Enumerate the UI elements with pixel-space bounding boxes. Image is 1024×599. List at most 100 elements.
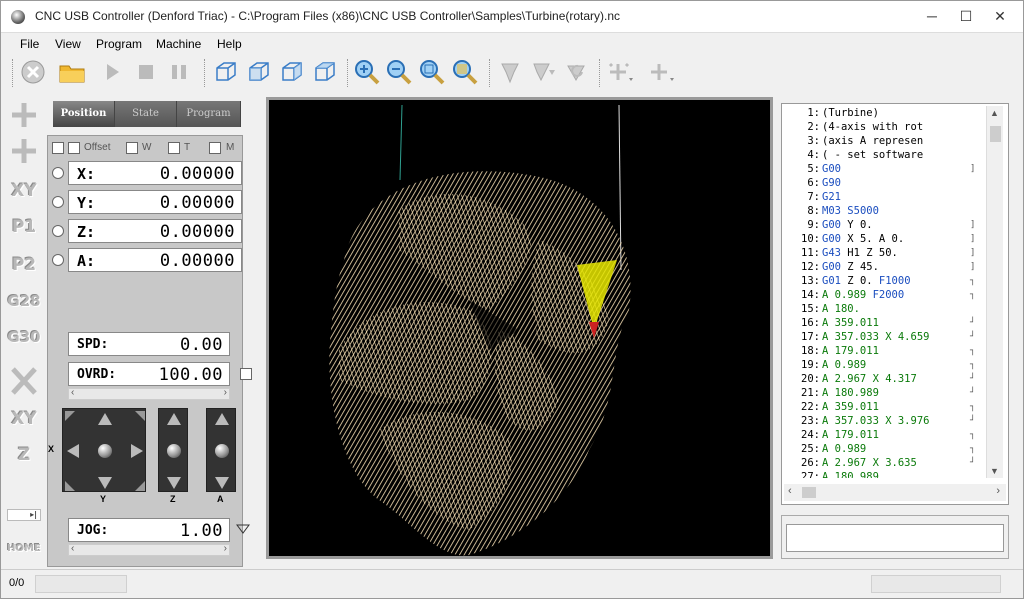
jog-y-plus-icon[interactable] xyxy=(98,413,112,425)
jog-x-plus-icon[interactable] xyxy=(131,444,143,458)
gcode-line[interactable]: 18: A 179.011 ┐ xyxy=(784,344,986,358)
jog-a-minus-icon[interactable] xyxy=(215,477,229,489)
zoom-in-icon[interactable] xyxy=(353,58,381,86)
jog-plus-minus-icon[interactable] xyxy=(7,135,41,167)
offset-checkbox[interactable] xyxy=(68,142,80,154)
view-top-icon[interactable] xyxy=(311,58,339,86)
tab-program[interactable]: Program xyxy=(177,101,241,127)
gcode-line[interactable]: 23: A 357.033 X 3.976 ┘ xyxy=(784,414,986,428)
gcode-line[interactable]: 19: A 0.989 ┐ xyxy=(784,358,986,372)
w-checkbox[interactable] xyxy=(126,142,138,154)
chevron-up-icon[interactable]: ▲ xyxy=(990,108,999,118)
gcode-line[interactable]: 25: A 0.989 ┐ xyxy=(784,442,986,456)
toolpath-3d-view[interactable] xyxy=(266,97,773,559)
y-axis-radio[interactable] xyxy=(52,196,64,208)
goto-xy-icon[interactable]: XY xyxy=(7,403,41,435)
zero-xy-icon[interactable]: XY xyxy=(7,175,41,207)
jog-diag-dl-icon[interactable] xyxy=(65,481,75,491)
zoom-out-icon[interactable] xyxy=(385,58,413,86)
chevron-down-icon[interactable]: ▼ xyxy=(990,466,999,476)
gcode-line[interactable]: 27: A 180.989 xyxy=(784,470,986,478)
goto-p1-icon[interactable]: P1 xyxy=(7,211,41,243)
play-icon[interactable] xyxy=(98,58,126,86)
chevron-left-icon[interactable]: ‹ xyxy=(71,543,74,554)
override-slider[interactable]: ‹ › xyxy=(68,387,230,400)
chevron-left-icon[interactable]: ‹ xyxy=(788,485,792,497)
zoom-window-icon[interactable] xyxy=(451,58,479,86)
gcode-line[interactable]: 14: A 0.989 F2000 ┐ xyxy=(784,288,986,302)
jog-plus-icon[interactable] xyxy=(7,99,41,131)
chevron-right-icon[interactable]: › xyxy=(224,387,227,398)
open-folder-icon[interactable] xyxy=(58,58,86,86)
close-button[interactable]: ✕ xyxy=(985,5,1015,27)
gcode-line[interactable]: 17: A 357.033 X 4.659 ┘ xyxy=(784,330,986,344)
jog-z-dropdown-icon[interactable] xyxy=(647,58,675,86)
z-axis-radio[interactable] xyxy=(52,225,64,237)
tool-measure-icon[interactable] xyxy=(529,58,557,86)
stop-square-icon[interactable] xyxy=(132,58,160,86)
gcode-line[interactable]: 13: G01 Z 0. F1000 ┐ xyxy=(784,274,986,288)
chevron-left-icon[interactable]: ‹ xyxy=(71,387,74,398)
override-checkbox[interactable] xyxy=(240,368,252,380)
select-all-checkbox[interactable] xyxy=(52,142,64,154)
mdi-command-input[interactable] xyxy=(786,524,1004,552)
menu-file[interactable]: File xyxy=(20,37,39,51)
jog-z-plus-icon[interactable] xyxy=(167,413,181,425)
gcode-line[interactable]: 2: (4-axis with rot xyxy=(784,120,986,134)
chevron-down-icon[interactable] xyxy=(236,523,250,535)
jog-diag-dr-icon[interactable] xyxy=(135,481,145,491)
gcode-editor[interactable]: 1: (Turbine) 2: (4-axis with rot 3: (axis A r… xyxy=(781,103,1009,505)
maximize-button[interactable]: ☐ xyxy=(951,5,981,27)
gcode-line[interactable]: 6: G90 xyxy=(784,176,986,190)
gcode-line[interactable]: 21: A 180.989 ┘ xyxy=(784,386,986,400)
x-axis-radio[interactable] xyxy=(52,167,64,179)
jog-y-minus-icon[interactable] xyxy=(98,477,112,489)
tool-reset-icon[interactable] xyxy=(562,58,590,86)
goto-p2-icon[interactable]: P2 xyxy=(7,249,41,281)
gcode-line[interactable]: 15: A 180. xyxy=(784,302,986,316)
gcode-line[interactable]: 11: G43 H1 Z 50.] xyxy=(784,246,986,260)
gcode-line[interactable]: 26: A 2.967 X 3.635 ┘ xyxy=(784,456,986,470)
gcode-line[interactable]: 9: G00 Y 0.] xyxy=(784,218,986,232)
scroll-thumb[interactable] xyxy=(990,126,1001,142)
menu-view[interactable]: View xyxy=(55,37,81,51)
cross-arrows-icon[interactable] xyxy=(7,365,41,397)
jog-a-plus-icon[interactable] xyxy=(215,413,229,425)
gcode-line[interactable]: 4:( - set software xyxy=(784,148,986,162)
stop-icon[interactable] xyxy=(19,58,47,86)
gcode-line[interactable]: 3: (axis A represen xyxy=(784,134,986,148)
menu-program[interactable]: Program xyxy=(96,37,142,51)
zoom-fit-icon[interactable] xyxy=(418,58,446,86)
gcode-vertical-scrollbar[interactable]: ▲ ▼ xyxy=(986,106,1003,478)
view-iso-icon[interactable] xyxy=(212,58,240,86)
menu-machine[interactable]: Machine xyxy=(156,37,201,51)
tab-state[interactable]: State xyxy=(115,101,177,127)
pause-icon[interactable] xyxy=(165,58,193,86)
g30-icon[interactable]: G30 xyxy=(7,321,41,353)
chevron-right-icon[interactable]: › xyxy=(224,543,227,554)
m-checkbox[interactable] xyxy=(209,142,221,154)
minimize-button[interactable]: ─ xyxy=(917,5,947,27)
view-side-icon[interactable] xyxy=(278,58,306,86)
jog-a-pad[interactable] xyxy=(206,408,236,492)
gcode-horizontal-scrollbar[interactable]: ‹ › xyxy=(784,484,1006,501)
gcode-line[interactable]: 8: M03 S5000 xyxy=(784,204,986,218)
jog-step-slider[interactable]: ‹ › xyxy=(68,543,230,556)
gcode-line[interactable]: 1: (Turbine) xyxy=(784,106,986,120)
gcode-line[interactable]: 12: G00 Z 45.] xyxy=(784,260,986,274)
a-axis-radio[interactable] xyxy=(52,254,64,266)
gcode-line[interactable]: 7: G21 xyxy=(784,190,986,204)
gcode-line[interactable]: 20: A 2.967 X 4.317 ┘ xyxy=(784,372,986,386)
jog-xy-pad[interactable] xyxy=(62,408,146,492)
goto-z-icon[interactable]: Z xyxy=(7,439,41,471)
jog-z-pad[interactable] xyxy=(158,408,188,492)
menu-help[interactable]: Help xyxy=(217,37,242,51)
view-front-icon[interactable] xyxy=(245,58,273,86)
scroll-thumb[interactable] xyxy=(802,487,816,498)
gcode-line[interactable]: 10: G00 X 5. A 0.] xyxy=(784,232,986,246)
tool-change-icon[interactable] xyxy=(496,58,524,86)
t-checkbox[interactable] xyxy=(168,142,180,154)
jog-diag-ul-icon[interactable] xyxy=(65,411,75,421)
gcode-line[interactable]: 16: A 359.011 ┘ xyxy=(784,316,986,330)
jog-z-minus-icon[interactable] xyxy=(167,477,181,489)
